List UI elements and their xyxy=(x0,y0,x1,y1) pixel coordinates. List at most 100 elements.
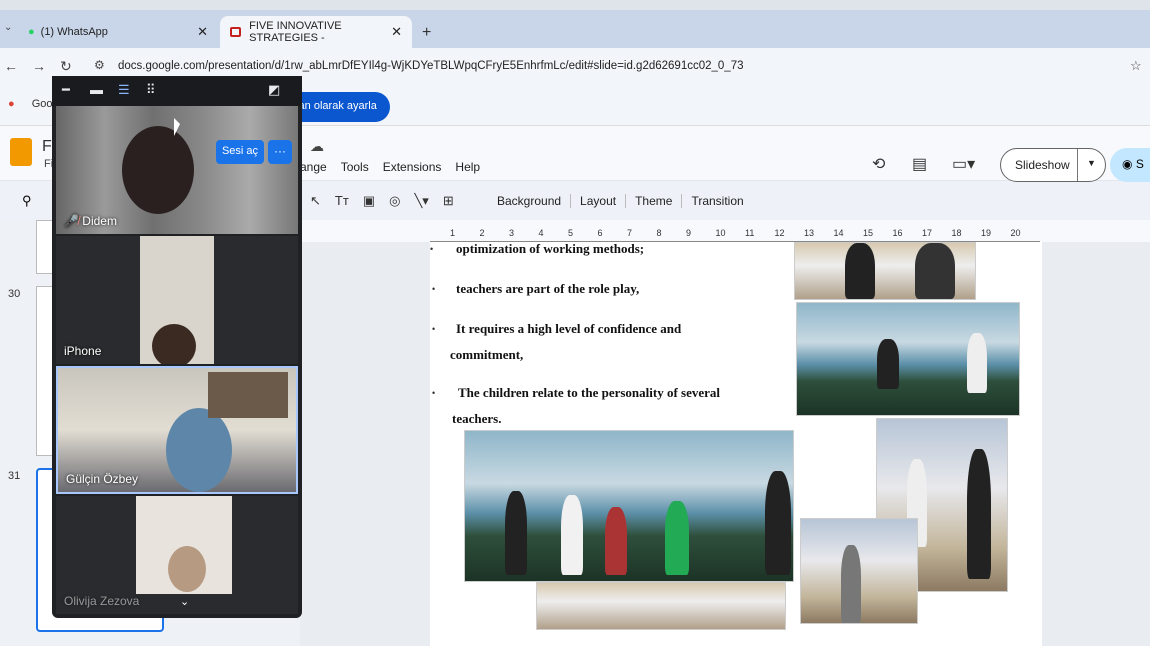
bullet-text: teachers are part of the role play, xyxy=(456,281,640,296)
bullet-text: commitment, xyxy=(450,347,524,362)
slide[interactable]: • optimization of working methods; • tea… xyxy=(430,241,1042,646)
ruler-number: 20 xyxy=(1010,228,1021,238)
comments-icon[interactable]: ▤ xyxy=(912,154,927,174)
avatar xyxy=(168,546,206,592)
screen: ⌄ ● (1) WhatsApp ✕ FIVE INNOVATIVE STRAT… xyxy=(0,0,1150,646)
cloud-status-icon: ☁ xyxy=(310,138,324,154)
slide-canvas: • optimization of working methods; • tea… xyxy=(300,241,1150,646)
ruler-number: 15 xyxy=(863,228,874,238)
bullet-text: It requires a high level of confidence a… xyxy=(456,321,682,336)
image-icon[interactable]: ▣ xyxy=(363,193,375,209)
unmute-button[interactable]: Sesi aç xyxy=(216,140,264,164)
layout-button[interactable]: Layout xyxy=(570,194,625,208)
slide-number: 30 xyxy=(8,288,21,300)
participant-name: iPhone xyxy=(64,344,102,358)
tab-search-icon[interactable]: ⌄ xyxy=(4,22,12,33)
new-tab-icon[interactable]: + xyxy=(422,24,431,42)
forward-icon[interactable]: → xyxy=(32,58,46,74)
ruler-number: 9 xyxy=(686,228,692,238)
bullet-icon: • xyxy=(432,388,436,398)
photo[interactable] xyxy=(536,582,786,630)
text-box-icon[interactable]: Tт xyxy=(335,193,349,209)
ruler-number: 19 xyxy=(981,228,992,238)
ruler-number: 12 xyxy=(774,228,785,238)
site-info-icon[interactable]: ⚙ xyxy=(94,58,105,72)
globe-icon: ◉ xyxy=(1122,157,1133,171)
tab-whatsapp[interactable]: ● (1) WhatsApp ✕ xyxy=(18,16,218,48)
back-icon[interactable]: ← xyxy=(4,58,18,74)
tab-label: (1) WhatsApp xyxy=(40,26,108,38)
meet-toolbar: ━ ▬ ☰ ⠿ ◩ xyxy=(52,76,302,106)
meet-pip-window: ━ ▬ ☰ ⠿ ◩ Sesi aç ··· 🎤̸ Didem iPhone Gü… xyxy=(52,76,302,618)
bookshelf xyxy=(208,372,288,418)
ruler-number: 13 xyxy=(804,228,815,238)
bullet-text: optimization of working methods; xyxy=(456,241,645,256)
search-icon[interactable]: ⚲ xyxy=(22,193,32,209)
ruler-number: 11 xyxy=(745,228,755,238)
close-icon[interactable]: ✕ xyxy=(391,24,402,40)
tab-label: FIVE INNOVATIVE STRATEGIES - xyxy=(249,20,342,44)
share-button[interactable]: ◉ S xyxy=(1110,148,1150,182)
more-options-button[interactable]: ··· xyxy=(268,140,292,164)
photo[interactable] xyxy=(796,302,1020,416)
bookmark-google[interactable]: ● Goo xyxy=(8,98,53,110)
menu-bar: rrange Tools Extensions Help xyxy=(292,160,480,174)
menu-tools[interactable]: Tools xyxy=(341,160,369,174)
bullet-icon: • xyxy=(432,324,436,334)
browser-tab-bar: ⌄ ● (1) WhatsApp ✕ FIVE INNOVATIVE STRAT… xyxy=(0,10,1150,48)
back-to-tab-icon[interactable]: ◩ xyxy=(268,82,280,98)
avatar xyxy=(152,324,196,364)
close-icon[interactable]: ✕ xyxy=(197,24,208,40)
url-field[interactable]: docs.google.com/presentation/d/1rw_abLmr… xyxy=(118,60,744,72)
photo[interactable] xyxy=(794,242,976,300)
mouse-cursor-icon xyxy=(174,118,180,136)
bullet-text: teachers. xyxy=(452,411,502,426)
transition-button[interactable]: Transition xyxy=(681,194,752,208)
bullet-text: The children relate to the personality o… xyxy=(458,385,721,400)
grid-view-icon[interactable]: ⠿ xyxy=(146,82,156,98)
bullet-icon: • xyxy=(432,284,436,294)
minimize-icon[interactable]: ━ xyxy=(62,82,70,98)
chevron-down-icon[interactable]: ⌄ xyxy=(180,595,189,608)
ruler-number: 14 xyxy=(833,228,844,238)
reload-icon[interactable]: ↻ xyxy=(60,58,72,75)
insert-comment-icon[interactable]: ⊞ xyxy=(443,193,454,209)
ruler-number: 10 xyxy=(715,228,726,238)
background-button[interactable]: Background xyxy=(488,194,570,208)
participant-tile[interactable]: iPhone xyxy=(56,236,298,364)
toolbar-tools: ↖ Tт ▣ ◎ ╲▾ ⊞ xyxy=(310,193,454,209)
shape-icon[interactable]: ◎ xyxy=(389,193,400,209)
whatsapp-icon: ● xyxy=(28,26,35,38)
video-call-icon[interactable]: ▭▾ xyxy=(952,154,975,174)
line-icon[interactable]: ╲▾ xyxy=(414,193,428,209)
star-icon[interactable]: ☆ xyxy=(1130,58,1142,74)
participant-name: Olivija Zezova xyxy=(64,594,140,608)
ruler-number: 17 xyxy=(922,228,933,238)
spotlight-view-icon[interactable]: ▬ xyxy=(90,82,103,97)
participant-tile[interactable]: Olivija Zezova ⌄ xyxy=(56,496,298,614)
photo[interactable] xyxy=(800,518,918,624)
bullet-icon: • xyxy=(430,244,434,254)
participant-video xyxy=(122,126,194,214)
theme-button[interactable]: Theme xyxy=(625,194,681,208)
menu-extensions[interactable]: Extensions xyxy=(383,160,442,174)
toolbar-actions: Background Layout Theme Transition xyxy=(488,194,753,208)
mic-off-icon: 🎤̸ xyxy=(64,214,79,228)
participant-tile-active[interactable]: Gülçin Özbey xyxy=(56,366,298,494)
participant-video xyxy=(166,408,232,492)
select-cursor-icon[interactable]: ↖ xyxy=(310,193,321,209)
slides-icon xyxy=(230,27,242,37)
history-icon[interactable]: ⟲ xyxy=(872,154,885,174)
menu-help[interactable]: Help xyxy=(455,160,480,174)
ruler-number: 18 xyxy=(951,228,962,238)
participant-name: Gülçin Özbey xyxy=(66,472,139,486)
ruler-number: 16 xyxy=(892,228,903,238)
tab-slides[interactable]: FIVE INNOVATIVE STRATEGIES - ✕ xyxy=(220,16,412,48)
slideshow-button[interactable]: Slideshow ▼ xyxy=(1000,148,1106,182)
photo[interactable] xyxy=(464,430,794,582)
chevron-down-icon[interactable]: ▼ xyxy=(1077,149,1105,181)
participant-name: 🎤̸ Didem xyxy=(64,214,117,228)
slides-logo-icon xyxy=(10,138,32,166)
sidebar-view-icon[interactable]: ☰ xyxy=(118,82,130,98)
slide-number: 31 xyxy=(8,470,21,482)
